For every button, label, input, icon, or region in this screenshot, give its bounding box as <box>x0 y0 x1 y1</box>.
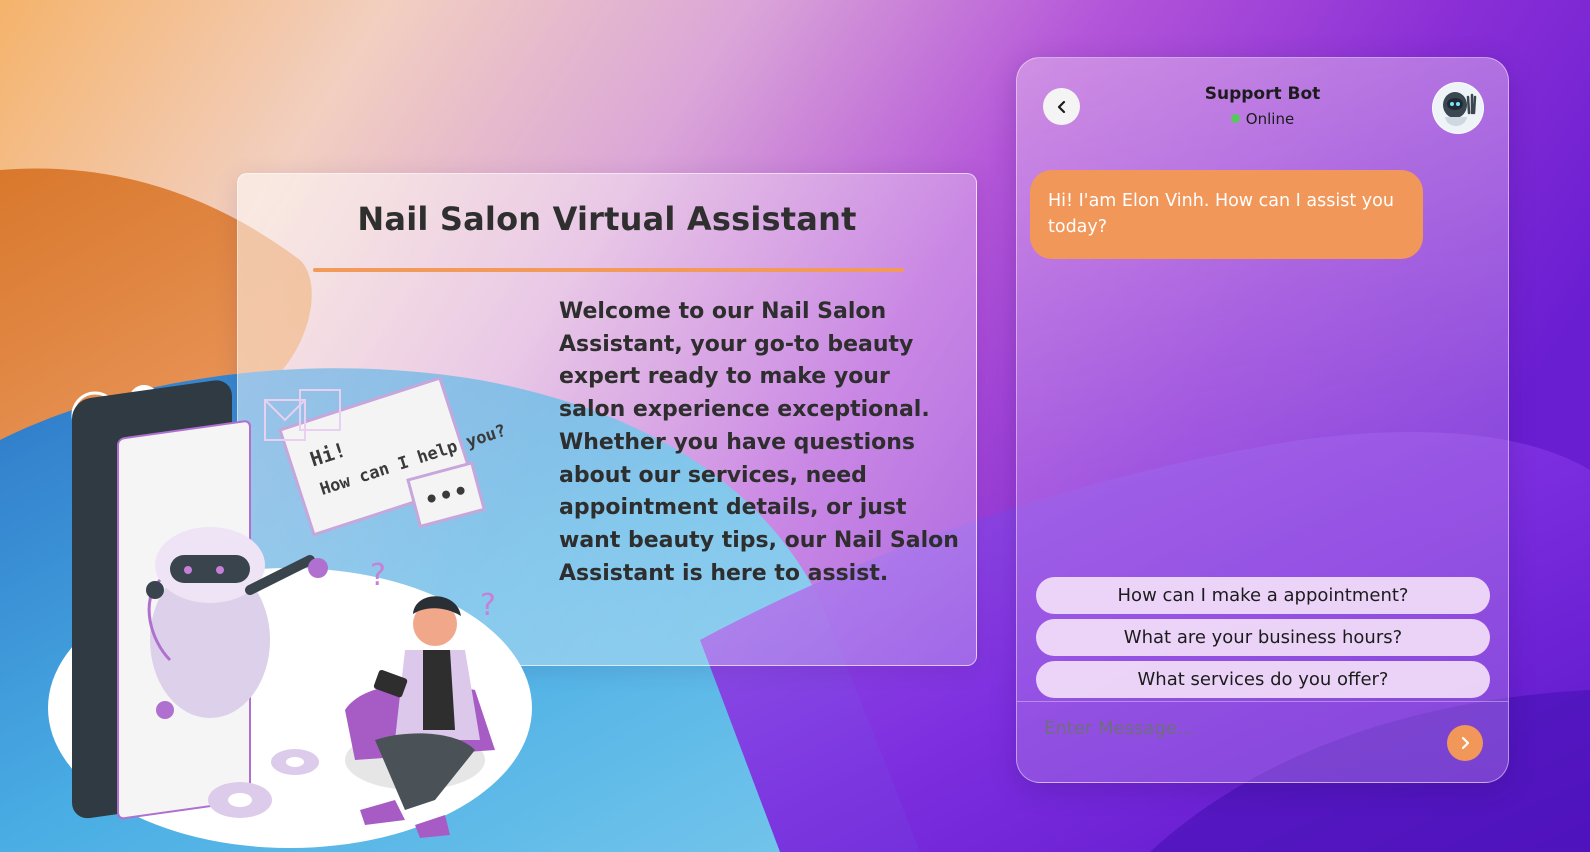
robot-avatar-icon <box>1433 83 1483 133</box>
suggestion-business-hours[interactable]: What are your business hours? <box>1036 619 1490 656</box>
gear-icon <box>271 749 319 775</box>
title-divider <box>313 268 904 272</box>
bot-avatar[interactable] <box>1432 82 1484 134</box>
chat-panel: Support Bot Online Hi! I'am Elon Vinh. H… <box>1016 57 1509 783</box>
chevron-right-icon <box>1461 736 1470 750</box>
suggestion-list: How can I make a appointment? What are y… <box>1036 577 1490 703</box>
chatbot-illustration: Hi! How can I help you? ? ? <box>40 370 540 852</box>
question-mark: ? <box>370 558 386 593</box>
send-button[interactable] <box>1447 725 1483 761</box>
message-input[interactable] <box>1042 712 1426 744</box>
suggestion-appointment[interactable]: How can I make a appointment? <box>1036 577 1490 614</box>
online-indicator <box>1230 114 1240 123</box>
gear-icon <box>208 782 272 818</box>
status-label: Online <box>1245 110 1295 128</box>
question-mark: ? <box>480 588 496 623</box>
info-description: Welcome to our Nail Salon Assistant, you… <box>559 299 959 586</box>
suggestion-services[interactable]: What services do you offer? <box>1036 661 1490 698</box>
info-title: Nail Salon Virtual Assistant <box>357 200 857 238</box>
message-composer <box>1017 701 1508 782</box>
bot-message: Hi! I'am Elon Vinh. How can I assist you… <box>1030 170 1423 259</box>
